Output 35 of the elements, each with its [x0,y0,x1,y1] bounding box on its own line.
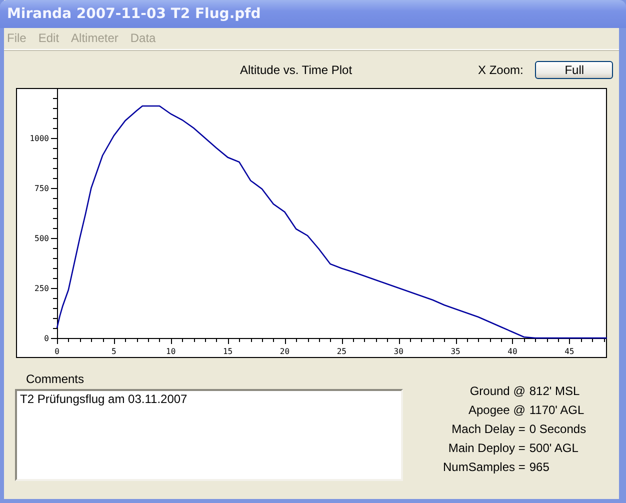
stat-label: NumSamples = [443,460,526,474]
tick-label: 10 [166,347,176,356]
menu-item[interactable]: File [7,31,26,49]
tick-label: 15 [222,347,233,356]
menu-item[interactable]: Data [130,31,156,49]
stat-value: 1170' AGL [529,403,586,417]
menu-item[interactable]: Edit [38,31,60,49]
comments-field[interactable]: T2 Prüfungsflug am 03.11.2007 [15,389,403,481]
menu-item[interactable]: Altimeter [71,31,118,49]
stat-label: Mach Delay = [450,422,526,436]
tick-label: 35 [450,347,460,356]
window-title: Miranda 2007-11-03 T2 Flug.pfd [7,6,261,22]
zoom-button[interactable]: Full [535,61,614,79]
tick-label: 40 [508,347,518,356]
tick-label: 20 [280,347,290,356]
tick-label: 0 [54,347,60,356]
plot-title: Altitude vs. Time Plot [240,63,354,77]
stat-label: Apogee @ [467,403,526,417]
zoom-label: X Zoom: [478,63,524,77]
stat-value: 0 Seconds [529,422,586,436]
tick-label: 5 [112,347,116,356]
stat-value: 500' AGL [529,441,580,455]
tick-label: 25 [336,347,346,356]
comments-label: Comments [26,372,86,386]
tick-label: 30 [394,347,404,356]
tick-label: 500 [34,234,49,243]
tick-label: 1000 [30,134,49,143]
tick-label: 250 [34,284,49,293]
stat-label: Main Deploy = [447,441,526,455]
stat-value: 965 [529,460,550,474]
tick-label: 0 [44,334,49,343]
stat-label: Ground @ [468,384,526,398]
tick-label: 45 [564,347,574,356]
stat-value: 812' MSL [529,384,581,398]
tick-label: 750 [34,184,49,193]
